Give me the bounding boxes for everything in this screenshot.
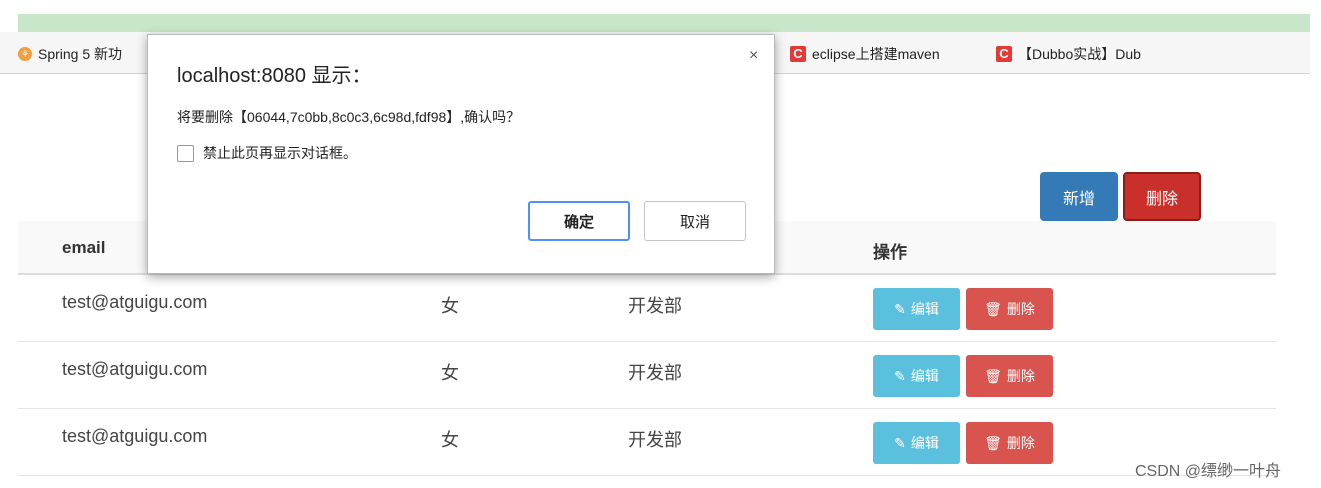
add-button[interactable]: 新增 — [1040, 172, 1118, 221]
trash-icon: 🗑 — [984, 367, 1002, 384]
csdn-c-icon: C — [790, 46, 806, 62]
table-row: test@atguigu.com 女 开发部 ✎ 编辑 🗑 删除 — [18, 409, 1276, 476]
dialog-message: 将要删除【06044,7c0bb,8c0c3,6c98d,fdf98】,确认吗？ — [177, 109, 521, 125]
email-cell: test@atguigu.com — [62, 359, 208, 379]
edit-label: 编辑 — [910, 301, 939, 317]
delete-button[interactable]: 🗑 删除 — [966, 422, 1053, 464]
column-header-email: email — [62, 238, 106, 257]
delete-label: 删除 — [1006, 368, 1035, 384]
spring-icon: ⚘ — [18, 47, 32, 61]
pencil-icon: ✎ — [894, 367, 906, 384]
table-row: test@atguigu.com 女 开发部 ✎ 编辑 🗑 删除 — [18, 342, 1276, 409]
watermark: CSDN @缥缈一叶舟 — [1135, 463, 1282, 480]
pencil-icon: ✎ — [894, 434, 906, 451]
email-cell: test@atguigu.com — [62, 292, 208, 312]
dialog-title: localhost:8080 显示： — [177, 65, 372, 87]
suppress-dialogs-label: 禁止此页再显示对话框。 — [203, 145, 357, 161]
delete-selected-button[interactable]: 删除 — [1123, 172, 1201, 221]
browser-tab-strip — [18, 14, 1310, 32]
department-cell: 开发部 — [628, 363, 682, 383]
close-icon[interactable]: × — [749, 47, 758, 65]
table-row: test@atguigu.com 女 开发部 ✎ 编辑 🗑 删除 — [18, 275, 1276, 342]
delete-label: 删除 — [1006, 301, 1035, 317]
email-cell: test@atguigu.com — [62, 426, 208, 446]
bookmark-dubbo[interactable]: C 【Dubbo实战】Dub — [996, 44, 1141, 64]
cancel-button[interactable]: 取消 — [644, 201, 746, 241]
gender-cell: 女 — [441, 363, 459, 383]
delete-button[interactable]: 🗑 删除 — [966, 355, 1053, 397]
ok-button[interactable]: 确定 — [528, 201, 630, 241]
edit-button[interactable]: ✎ 编辑 — [873, 355, 960, 397]
bookmark-spring[interactable]: ⚘ Spring 5 新功 — [18, 44, 122, 64]
suppress-dialogs-option[interactable]: 禁止此页再显示对话框。 — [177, 143, 357, 163]
gender-cell: 女 — [441, 296, 459, 316]
bookmark-label: eclipse上搭建maven — [812, 46, 940, 62]
edit-button[interactable]: ✎ 编辑 — [873, 422, 960, 464]
trash-icon: 🗑 — [984, 300, 1002, 317]
bookmark-label: Spring 5 新功 — [38, 46, 123, 62]
bookmark-label: 【Dubbo实战】Dub — [1018, 46, 1141, 62]
csdn-c-icon: C — [996, 46, 1012, 62]
trash-icon: 🗑 — [984, 434, 1002, 451]
edit-label: 编辑 — [910, 368, 939, 384]
edit-label: 编辑 — [910, 435, 939, 451]
column-header-actions: 操作 — [873, 243, 907, 262]
department-cell: 开发部 — [628, 430, 682, 450]
confirm-dialog: localhost:8080 显示： × 将要删除【06044,7c0bb,8c… — [147, 34, 775, 274]
edit-button[interactable]: ✎ 编辑 — [873, 288, 960, 330]
delete-button[interactable]: 🗑 删除 — [966, 288, 1053, 330]
suppress-dialogs-checkbox[interactable] — [177, 144, 194, 162]
bookmark-eclipse-maven[interactable]: C eclipse上搭建maven — [790, 44, 940, 64]
pencil-icon: ✎ — [894, 300, 906, 317]
department-cell: 开发部 — [628, 296, 682, 316]
delete-label: 删除 — [1006, 435, 1035, 451]
gender-cell: 女 — [441, 430, 459, 450]
